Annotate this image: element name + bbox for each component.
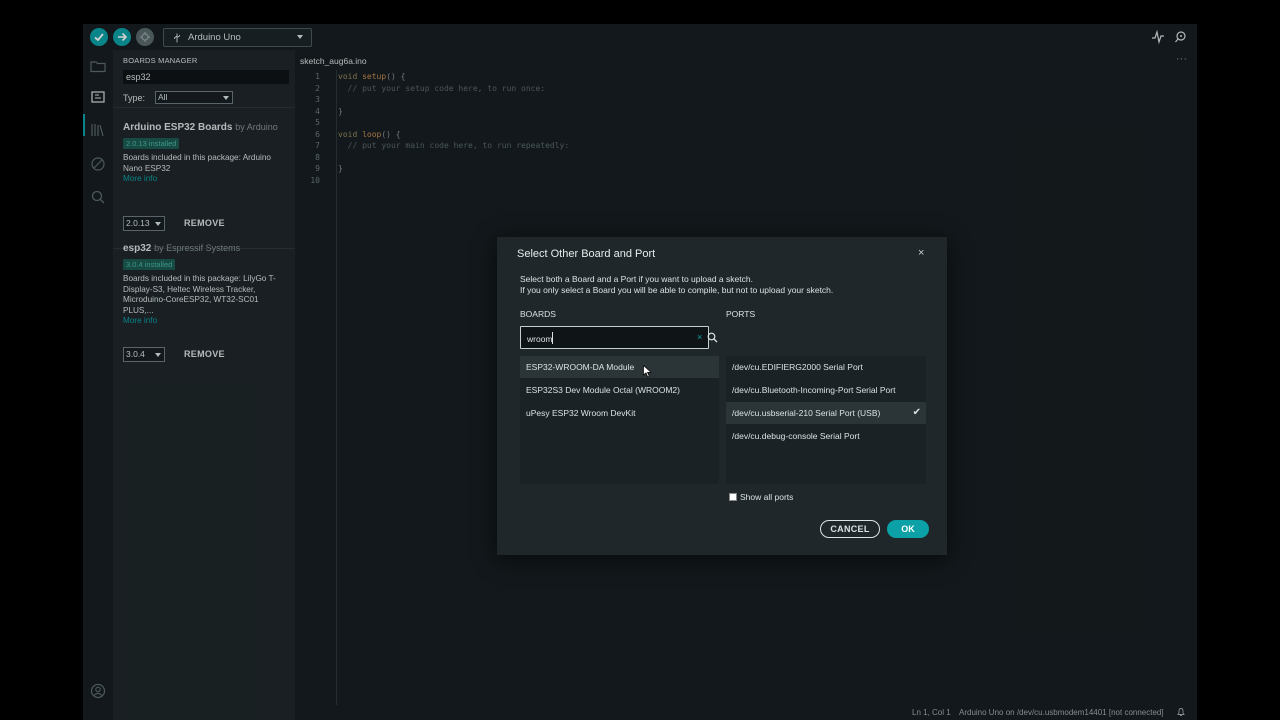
board-item[interactable]: uPesy ESP32 Wroom DevKit [520, 402, 719, 424]
close-icon[interactable]: × [918, 247, 924, 259]
show-all-ports-label: Show all ports [740, 492, 794, 502]
port-item-label: /dev/cu.usbserial-210 Serial Port (USB) [732, 408, 881, 418]
mouse-pointer-icon [643, 365, 652, 378]
port-item-selected[interactable]: /dev/cu.usbserial-210 Serial Port (USB) … [726, 402, 926, 424]
port-item[interactable]: /dev/cu.EDIFIERG2000 Serial Port [726, 356, 926, 378]
ports-heading: PORTS [726, 309, 756, 319]
board-item[interactable]: ESP32-WROOM-DA Module [520, 356, 719, 378]
select-board-port-dialog: Select Other Board and Port × Select bot… [497, 237, 947, 555]
board-search-value: wroom [527, 334, 553, 344]
boards-heading: BOARDS [520, 309, 556, 319]
arduino-ide-window: Arduino Uno BOARDS MANAGER Type: [83, 24, 1197, 720]
checkmark-icon: ✔ [912, 407, 921, 418]
dialog-description: Select both a Board and a Port if you wa… [520, 274, 753, 284]
ports-list: /dev/cu.EDIFIERG2000 Serial Port /dev/cu… [726, 356, 926, 484]
show-all-ports-checkbox[interactable]: Show all ports [729, 492, 793, 502]
ok-button[interactable]: OK [887, 520, 929, 538]
cancel-button[interactable]: CANCEL [820, 520, 880, 538]
dialog-title: Select Other Board and Port [517, 248, 656, 260]
board-item[interactable]: ESP32S3 Dev Module Octal (WROOM2) [520, 379, 719, 401]
text-caret [552, 332, 553, 344]
boards-list: ESP32-WROOM-DA Module ESP32S3 Dev Module… [520, 356, 719, 484]
checkbox[interactable] [729, 493, 737, 501]
search-icon[interactable] [707, 332, 718, 343]
port-item[interactable]: /dev/cu.Bluetooth-Incoming-Port Serial P… [726, 379, 926, 401]
board-search-input[interactable]: wroom × [520, 326, 709, 349]
dialog-description: If you only select a Board you will be a… [520, 285, 834, 295]
port-item[interactable]: /dev/cu.debug-console Serial Port [726, 425, 926, 447]
clear-icon[interactable]: × [697, 332, 702, 342]
